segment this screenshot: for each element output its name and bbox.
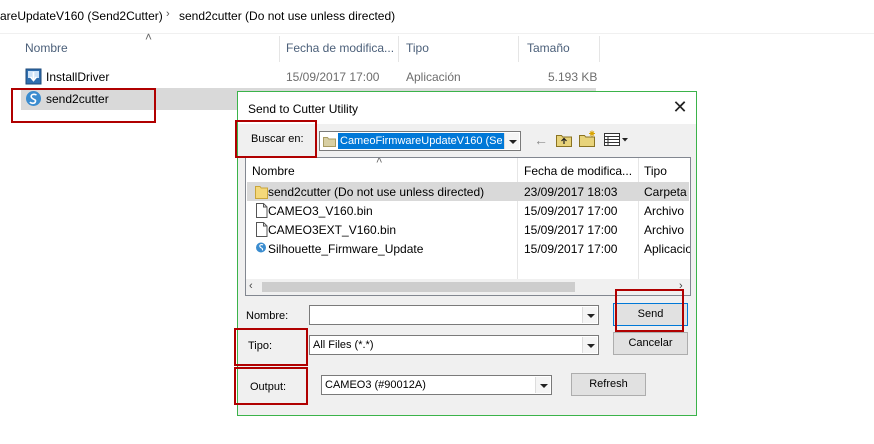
output-label: Output: [250, 381, 287, 393]
list-item-type: Aplicacio [644, 242, 691, 256]
look-in-label: Buscar en: [251, 133, 304, 145]
file-icon [256, 203, 268, 218]
list-item-name: CAMEO3EXT_V160.bin [268, 223, 397, 237]
list-header-type[interactable]: Tipo [644, 164, 667, 178]
list-item-date: 15/09/2017 17:00 [524, 242, 618, 256]
breadcrumb-current[interactable]: send2cutter (Do not use unless directed) [179, 9, 395, 23]
list-item-date: 23/09/2017 18:03 [524, 185, 618, 199]
list-item-type: Archivo [644, 204, 685, 218]
list-item[interactable]: CAMEO3_V160.bin 15/09/2017 17:00 Archivo [247, 201, 689, 220]
dialog-title: Send to Cutter Utility [248, 102, 359, 116]
installer-icon [25, 68, 42, 85]
column-header-name[interactable]: Nombre [25, 41, 68, 55]
sort-ascending-icon: ˄ [145, 30, 153, 44]
send-to-cutter-dialog: Send to Cutter Utility ✕ Buscar en: Came… [237, 91, 697, 416]
list-item[interactable]: CAMEO3EXT_V160.bin 15/09/2017 17:00 Arch… [247, 220, 689, 239]
folder-icon [323, 137, 336, 147]
chevron-down-icon[interactable] [535, 377, 550, 393]
list-item-name: Silhouette_Firmware_Update [268, 242, 424, 256]
folder-icon [255, 186, 268, 199]
silhouette-app-icon [256, 242, 266, 253]
chevron-down-icon[interactable] [582, 307, 597, 323]
file-name: send2cutter [46, 92, 109, 106]
scroll-left-icon[interactable]: ‹ [249, 280, 253, 292]
breadcrumb-separator-icon: › [166, 8, 170, 20]
file-name: InstallDriver [46, 70, 110, 84]
breadcrumb-parent[interactable]: areUpdateV160 (Send2Cutter) [0, 9, 163, 23]
list-item-name: CAMEO3_V160.bin [268, 204, 373, 218]
output-select[interactable]: CAMEO3 (#90012A) [321, 375, 552, 395]
file-row-installdriver[interactable]: InstallDriver 15/09/2017 17:00 Aplicació… [21, 66, 598, 88]
column-divider[interactable] [398, 36, 399, 62]
list-item-type: Archivo [644, 223, 685, 237]
send-button[interactable]: Send [613, 303, 688, 326]
list-item-date: 15/09/2017 17:00 [524, 223, 618, 237]
filename-input[interactable] [309, 305, 599, 325]
column-divider[interactable] [518, 36, 519, 62]
file-icon [256, 222, 268, 237]
column-divider[interactable] [279, 36, 280, 62]
list-item[interactable]: Silhouette_Firmware_Update 15/09/2017 17… [247, 239, 691, 258]
chevron-down-icon[interactable] [504, 133, 519, 149]
horizontal-scrollbar[interactable]: ‹ › [246, 279, 690, 295]
filetype-select[interactable]: All Files (*.*) [309, 335, 599, 355]
column-header-type[interactable]: Tipo [406, 41, 429, 55]
list-header-date[interactable]: Fecha de modifica... [524, 164, 632, 178]
column-divider[interactable] [599, 36, 600, 62]
address-bar: areUpdateV160 (Send2Cutter) › send2cutte… [0, 0, 874, 34]
chevron-down-icon[interactable] [582, 337, 597, 353]
up-one-level-icon[interactable] [556, 133, 572, 147]
list-item[interactable]: send2cutter (Do not use unless directed)… [247, 182, 689, 201]
refresh-button[interactable]: Refresh [571, 373, 646, 396]
file-date: 15/09/2017 17:00 [286, 70, 380, 84]
view-menu-icon[interactable] [604, 133, 630, 146]
list-item-name: send2cutter (Do not use unless directed) [268, 185, 485, 199]
cancel-button[interactable]: Cancelar [613, 332, 688, 355]
dialog-file-list[interactable]: ˄ Nombre Fecha de modifica... Tipo send2… [245, 157, 691, 296]
list-item-type: Carpeta [644, 185, 687, 199]
output-value: CAMEO3 (#90012A) [325, 379, 426, 391]
list-header-name[interactable]: Nombre [252, 164, 295, 178]
filetype-label: Tipo: [248, 340, 273, 352]
list-item-date: 15/09/2017 17:00 [524, 204, 618, 218]
column-header-date[interactable]: Fecha de modifica... [286, 41, 394, 55]
filename-label: Nombre: [246, 310, 289, 322]
file-size: 5.193 KB [548, 70, 598, 84]
column-header-size[interactable]: Tamaño [527, 41, 570, 55]
sort-ascending-icon: ˄ [376, 157, 383, 167]
filetype-value: All Files (*.*) [313, 339, 374, 351]
new-folder-icon[interactable] [579, 130, 597, 147]
scroll-right-icon[interactable]: › [679, 280, 683, 292]
look-in-combobox[interactable]: CameoFirmwareUpdateV160 (Send [319, 131, 521, 151]
close-icon[interactable]: ✕ [670, 97, 690, 117]
dialog-titlebar[interactable]: Send to Cutter Utility ✕ [238, 92, 696, 124]
look-in-value: CameoFirmwareUpdateV160 (Send [340, 135, 502, 147]
file-type: Aplicación [406, 70, 461, 84]
back-arrow-icon[interactable]: ← [534, 132, 548, 148]
silhouette-app-icon [26, 91, 41, 106]
scrollbar-thumb[interactable] [262, 282, 575, 292]
